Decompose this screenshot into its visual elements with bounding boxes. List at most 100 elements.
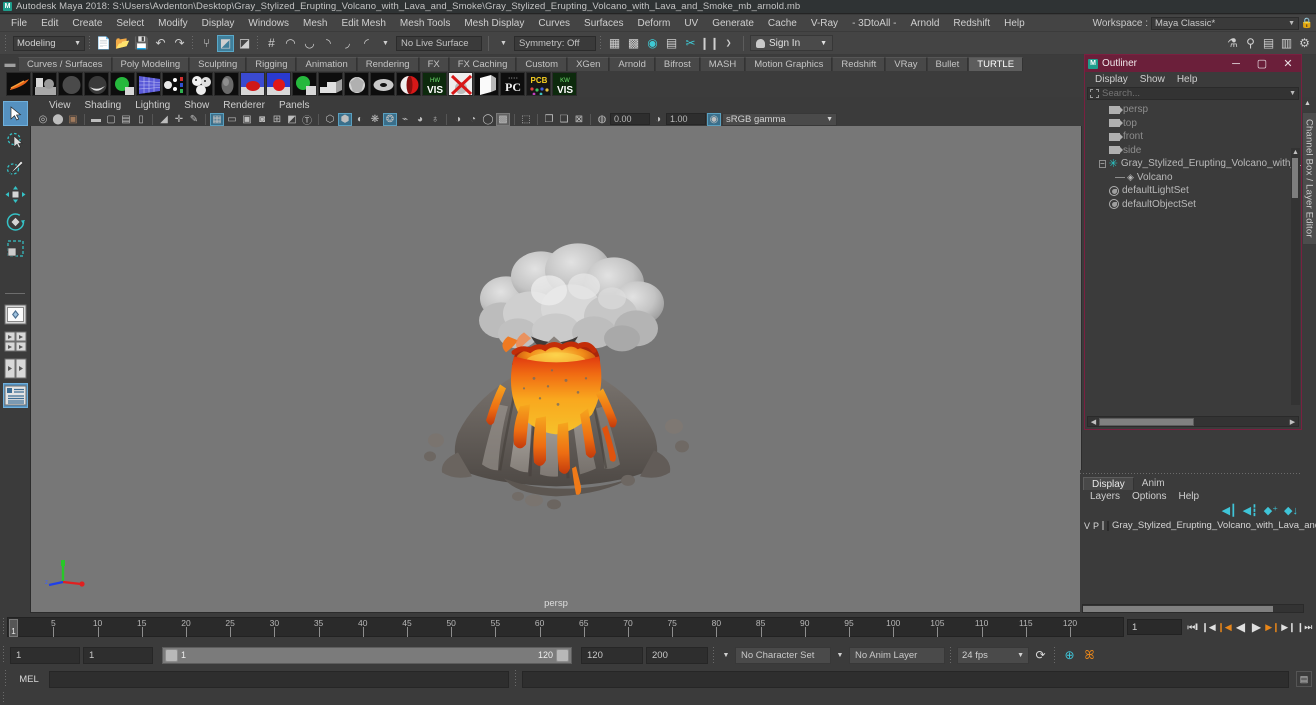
menu-generate[interactable]: Generate [705, 16, 761, 31]
wireframe-on-shaded-icon[interactable]: ⊞ [270, 113, 284, 126]
cycle-icon[interactable]: ⟳ [1032, 647, 1049, 664]
layer-editor-horizontal-scrollbar[interactable] [1082, 604, 1304, 613]
perspective-viewport[interactable]: z persp [30, 126, 1082, 613]
ipr-render-icon[interactable]: ▩ [625, 35, 642, 52]
undo-icon[interactable]: ↶ [152, 35, 169, 52]
menu-vray[interactable]: V-Ray [804, 16, 845, 31]
open-scene-icon[interactable]: 📂 [114, 35, 131, 52]
viewport-menu-panels[interactable]: Panels [272, 100, 317, 111]
tab-display[interactable]: Display [1083, 477, 1134, 490]
range-end-field[interactable]: 120 [581, 646, 643, 664]
shelf-icon-sphere[interactable] [58, 72, 83, 96]
shelf-icon-cube[interactable] [474, 72, 499, 96]
time-slider-track[interactable]: 1 5 10 15 20 25 30 35 40 45 50 55 60 65 70 75 80 85 90 95 1… [7, 617, 1124, 637]
step-back-frame-button[interactable]: ❙◀ [1217, 618, 1232, 636]
shelf-icon-half-red-sphere[interactable] [396, 72, 421, 96]
shelf-icon-red-light[interactable] [240, 72, 265, 96]
modeling-toolkit-toggle-icon[interactable]: ▥ [1278, 35, 1295, 52]
minimize-icon[interactable]: ─ [1223, 55, 1249, 72]
menu-file[interactable]: File [4, 16, 34, 31]
chevron-down-icon[interactable]: ▼ [495, 35, 512, 52]
layer-state-checkbox[interactable] [1102, 521, 1105, 530]
textured-icon[interactable]: Ⓣ [300, 113, 314, 127]
shelf-icon-kw-vis[interactable]: KW VIS [552, 72, 577, 96]
command-line-input[interactable] [49, 670, 509, 688]
grid-toggle-icon[interactable]: ▤ [119, 113, 133, 126]
shelf-tab-rendering[interactable]: Rendering [356, 57, 419, 71]
layer-color-swatch[interactable] [1107, 520, 1110, 531]
isolate-add-icon[interactable]: ◔ [466, 113, 480, 126]
go-to-start-button[interactable]: ⏮❙ [1185, 618, 1200, 636]
settings-gear-icon[interactable]: ⚙ [1296, 35, 1313, 52]
wireframe-shaded-icon[interactable]: ▦ [210, 112, 224, 126]
animation-end-field[interactable]: 200 [646, 646, 708, 664]
shade-bounding-box-icon[interactable]: ◙ [255, 113, 269, 126]
select-camera-icon[interactable]: ◎ [36, 113, 50, 126]
select-tool-button[interactable] [2, 101, 28, 126]
menuset-dropdown[interactable]: Modeling ▼ [13, 35, 85, 51]
animation-start-field[interactable]: 1 [10, 646, 80, 664]
shelf-icon-grid-blue[interactable] [136, 72, 161, 96]
color-management-icon[interactable]: ◉ [707, 112, 721, 126]
rotate-tool-button[interactable] [3, 209, 28, 234]
two-pane-layout-button[interactable] [3, 356, 28, 381]
shade-flat-icon[interactable]: ▣ [240, 113, 254, 126]
menu-mesh-tools[interactable]: Mesh Tools [393, 16, 457, 31]
outliner-item-default-light-set[interactable]: defaultLightSet [1085, 184, 1301, 198]
snap-view-plane-icon[interactable]: ◞ [339, 35, 356, 52]
exposure-field[interactable]: 0.00 [610, 113, 650, 125]
layer-add-selected-icon[interactable]: ◆↓ [1284, 504, 1298, 517]
menu-modify[interactable]: Modify [151, 16, 194, 31]
menu-uv[interactable]: UV [677, 16, 705, 31]
shelf-icon-torus[interactable] [370, 72, 395, 96]
exposure-icon[interactable]: ◍ [595, 113, 609, 126]
tool-settings-toggle-icon[interactable]: ⚲ [1242, 35, 1259, 52]
select-object-icon[interactable]: ◩ [217, 34, 234, 52]
save-scene-icon[interactable]: 💾 [133, 35, 150, 52]
outliner-item-front[interactable]: front [1085, 130, 1301, 144]
viewport-menu-show[interactable]: Show [177, 100, 216, 111]
shelf-icon-green-sphere2[interactable] [292, 72, 317, 96]
outliner-horizontal-scrollbar[interactable]: ◀ ▶ [1087, 416, 1299, 427]
maximize-icon[interactable]: ▢ [1249, 55, 1275, 72]
outliner-title-bar[interactable]: M Outliner ─ ▢ ✕ [1085, 55, 1301, 72]
range-slider-grip[interactable] [0, 646, 7, 664]
field-chart-icon[interactable]: ✎ [187, 113, 201, 126]
shelf-icon-facet-sphere[interactable] [344, 72, 369, 96]
select-component-icon[interactable]: ◪ [236, 35, 253, 52]
scrollbar-thumb[interactable] [1083, 605, 1273, 612]
shelf-icon-particles[interactable] [162, 72, 187, 96]
range-start-handle[interactable] [165, 648, 178, 662]
shelf-tab-vray[interactable]: VRay [885, 57, 927, 71]
menu-mesh[interactable]: Mesh [296, 16, 334, 31]
hypershade-icon[interactable]: ✂ [682, 35, 699, 52]
layer-playback-toggle[interactable]: P [1093, 521, 1099, 531]
outliner-tree[interactable]: persp top front side − ✳ Gray_Stylized_E… [1085, 100, 1301, 405]
shelf-tab-bifrost[interactable]: Bifrost [654, 57, 700, 71]
snap-grid-icon[interactable]: # [263, 35, 280, 52]
shadows-icon[interactable]: ◐ [353, 113, 367, 126]
isolate-remove-icon[interactable]: ◯ [481, 113, 495, 126]
lasso-select-tool-button[interactable] [3, 128, 28, 153]
resolution-gate-icon[interactable]: ◢ [157, 113, 171, 126]
command-line-splitter[interactable] [512, 670, 519, 688]
shelf-tab-redshift[interactable]: Redshift [832, 57, 886, 71]
film-gate-icon[interactable]: ▯ [134, 113, 148, 126]
play-backwards-button[interactable]: ◀ [1233, 618, 1248, 636]
time-slider-grip[interactable] [0, 618, 7, 636]
viewport-menu-renderer[interactable]: Renderer [216, 100, 272, 111]
shelf-tab-curves-surfaces[interactable]: Curves / Surfaces [18, 57, 112, 71]
menu-edit-mesh[interactable]: Edit Mesh [334, 16, 392, 31]
image-plane-icon[interactable]: ▢ [104, 113, 118, 126]
current-frame-field[interactable]: 1 [1127, 619, 1182, 635]
isolate-toggle-icon[interactable]: ▩ [496, 112, 510, 126]
character-set-field[interactable]: No Character Set [735, 646, 831, 664]
layer-row[interactable]: V P Gray_Stylized_Erupting_Volcano_with_… [1082, 519, 1316, 532]
gamma-icon[interactable]: ◑ [651, 113, 665, 126]
time-cursor[interactable]: 1 [9, 619, 18, 637]
layer-list[interactable]: V P Gray_Stylized_Erupting_Volcano_with_… [1082, 519, 1316, 599]
chevron-right-icon[interactable]: ❯ [720, 35, 737, 52]
depth-of-field-icon[interactable]: ◕ [413, 113, 427, 126]
menu-redshift[interactable]: Redshift [946, 16, 997, 31]
gate-mask-icon[interactable]: ✛ [172, 113, 186, 126]
